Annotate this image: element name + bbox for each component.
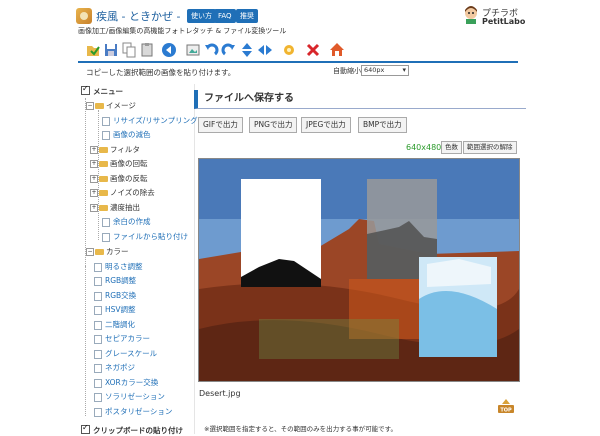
save-icon[interactable] <box>102 41 120 59</box>
document-icon <box>102 232 110 242</box>
back-to-top-button[interactable]: TOP <box>497 398 515 414</box>
nav-recommended-button[interactable]: 推奨 <box>236 9 258 23</box>
menu-item-margin[interactable]: 余白の作成 <box>102 216 151 227</box>
menu-item-reduce-colors[interactable]: 画像の減色 <box>102 129 151 140</box>
document-icon <box>94 392 102 402</box>
nav-how-to-button[interactable]: 使い方 <box>187 9 216 23</box>
flip-horizontal-icon[interactable] <box>256 41 274 59</box>
document-icon <box>102 116 110 126</box>
document-icon <box>94 407 102 417</box>
clear-selection-button[interactable]: 範囲選択の解除 <box>463 141 517 154</box>
image-canvas[interactable] <box>198 158 520 382</box>
brand-name-en: PetitLabo <box>482 17 526 26</box>
top-label: TOP <box>500 408 512 414</box>
color-group[interactable]: − カラー <box>86 246 129 257</box>
collapse-icon: − <box>86 248 94 256</box>
document-icon <box>94 262 102 272</box>
save-section-title: ファイルへ保存する <box>194 90 526 109</box>
app-logo-icon <box>76 8 92 24</box>
auto-shrink-label: 自動縮小 <box>333 67 361 75</box>
collapse-icon: − <box>86 102 94 110</box>
menu-item-rgb-adjust[interactable]: RGB調整 <box>94 275 136 286</box>
copy-icon[interactable] <box>120 41 138 59</box>
home-icon[interactable] <box>328 41 346 59</box>
menu-group-flip[interactable]: + 画像の反転 <box>90 173 148 184</box>
expand-icon: + <box>90 204 98 212</box>
menu-item-posterization[interactable]: ポスタリゼーション <box>94 406 172 417</box>
clipboard-checkbox[interactable] <box>81 423 90 434</box>
menu-item-grayscale[interactable]: グレースケール <box>94 348 157 359</box>
file-name: Desert.jpg <box>199 389 241 398</box>
back-icon[interactable] <box>160 41 178 59</box>
export-bmp-button[interactable]: BMPで出力 <box>358 117 407 133</box>
menu-item-resize[interactable]: リサイズ/リサンプリング <box>102 115 198 126</box>
folder-icon <box>95 249 104 255</box>
document-icon <box>94 320 102 330</box>
export-png-button[interactable]: PNGで出力 <box>249 117 298 133</box>
expand-icon: + <box>90 160 98 168</box>
menu-item-binarize[interactable]: 二階調化 <box>94 319 135 330</box>
paste-icon[interactable] <box>138 41 156 59</box>
sidebar-menu: メニュー −イメージ リサイズ/リサンプリング 画像の減色 +フィルタ +画像の… <box>76 84 198 435</box>
menu-group-rotate[interactable]: + 画像の回転 <box>90 158 148 169</box>
auto-shrink-value: 640px <box>364 66 385 74</box>
folder-icon <box>99 147 108 153</box>
menu-item-brightness[interactable]: 明るさ調整 <box>94 261 143 272</box>
tint-overlay <box>259 319 399 359</box>
redo-icon[interactable] <box>220 41 238 59</box>
menu-item-xor[interactable]: XORカラー交換 <box>94 377 158 388</box>
document-icon <box>94 305 102 315</box>
folder-icon <box>95 103 104 109</box>
folder-icon <box>99 190 108 196</box>
selection-footnote: ※選択範囲を指定すると、その範囲のみを出力する事が可能です。 <box>204 425 398 433</box>
document-icon <box>94 334 102 344</box>
color-count-button[interactable]: 色数 <box>441 141 462 154</box>
clipboard-title: クリップボードの貼り付け <box>93 426 183 435</box>
document-icon <box>102 217 110 227</box>
menu-group-filter[interactable]: + フィルタ <box>90 144 140 155</box>
expand-icon: + <box>90 175 98 183</box>
menu-toggle-checkbox[interactable] <box>81 84 90 95</box>
folder-icon <box>99 205 108 211</box>
document-icon <box>102 130 110 140</box>
document-icon <box>94 378 102 388</box>
open-icon[interactable] <box>84 41 102 59</box>
undo-icon[interactable] <box>202 41 220 59</box>
document-icon <box>94 291 102 301</box>
app-title: 疾風 - ときかぜ - <box>96 10 181 23</box>
document-icon <box>94 363 102 373</box>
menu-item-hsv[interactable]: HSV調整 <box>94 304 136 315</box>
document-icon <box>94 276 102 286</box>
brand-mascot-icon <box>463 6 479 24</box>
nav-faq-button[interactable]: FAQ <box>214 9 236 23</box>
menu-item-negative[interactable]: ネガポジ <box>94 362 135 373</box>
menu-item-solarization[interactable]: ソラリゼーション <box>94 391 165 402</box>
toolbar-hint: コピーした選択範囲の画像を貼り付けます。 <box>86 68 236 77</box>
image-group[interactable]: − イメージ <box>86 100 136 111</box>
toolbar-divider <box>78 61 518 63</box>
menu-title: メニュー <box>93 87 123 96</box>
menu-item-sepia[interactable]: セピアカラー <box>94 333 150 344</box>
capture-icon[interactable] <box>184 41 202 59</box>
menu-group-extract[interactable]: + 濃度抽出 <box>90 202 140 213</box>
folder-icon <box>99 176 108 182</box>
auto-shrink-select[interactable]: 640px <box>361 65 409 76</box>
settings-icon[interactable] <box>280 41 298 59</box>
menu-group-noise[interactable]: + ノイズの除去 <box>90 187 155 198</box>
export-gif-button[interactable]: GIFで出力 <box>198 117 243 133</box>
expand-icon: + <box>90 189 98 197</box>
app-subtitle: 画像加工/画像編集の高機能フォトレタッチ & ファイル変換ツール <box>78 27 287 35</box>
document-icon <box>94 349 102 359</box>
expand-icon: + <box>90 146 98 154</box>
folder-icon <box>99 161 108 167</box>
desert-photo <box>199 159 519 381</box>
image-size-label: 640x480 <box>406 143 442 152</box>
delete-icon[interactable] <box>304 41 322 59</box>
export-jpeg-button[interactable]: JPEGで出力 <box>301 117 351 133</box>
flip-vertical-icon[interactable] <box>238 41 256 59</box>
menu-item-paste-file[interactable]: ファイルから貼り付け <box>102 231 188 242</box>
menu-item-rgb-swap[interactable]: RGB交換 <box>94 290 136 301</box>
